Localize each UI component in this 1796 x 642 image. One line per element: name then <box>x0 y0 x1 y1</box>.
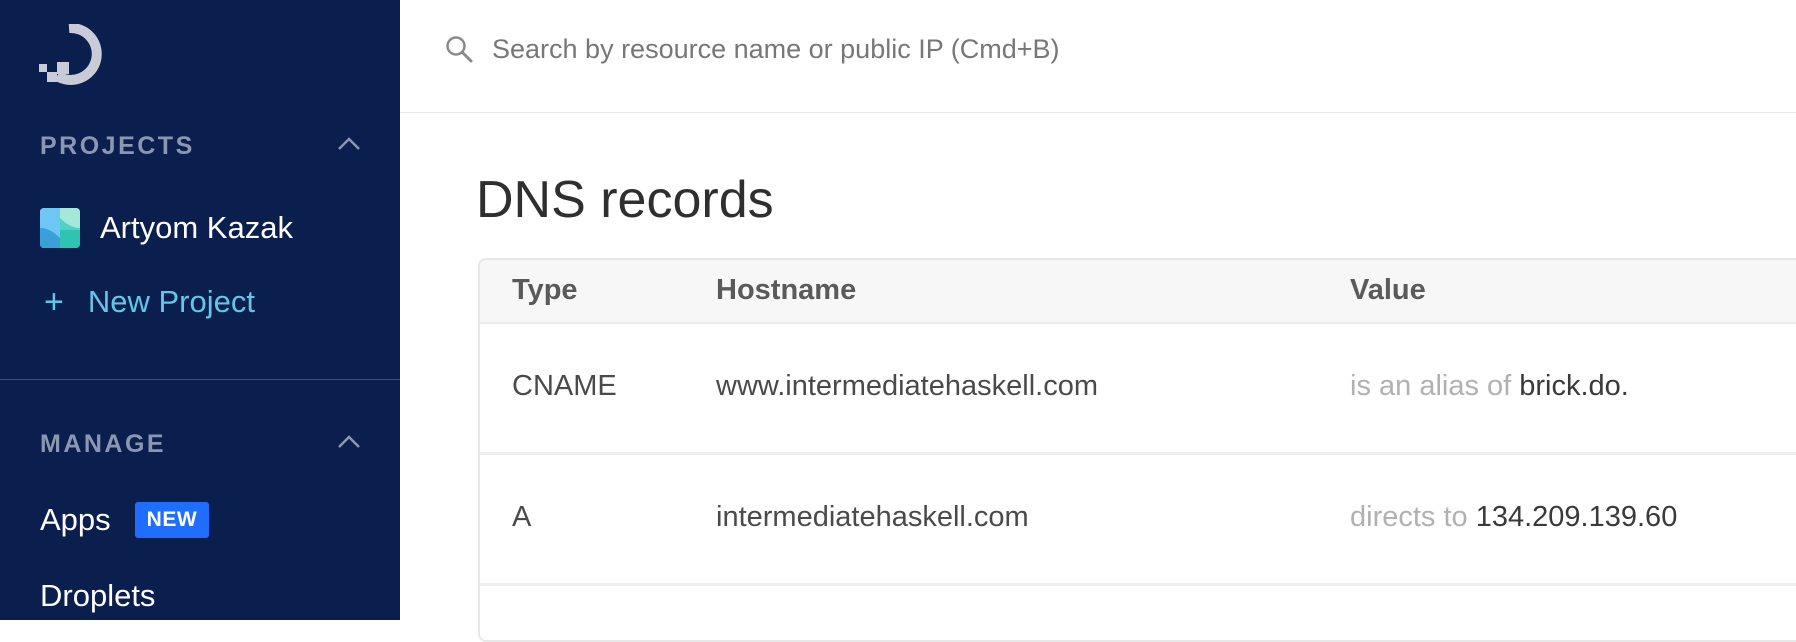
digitalocean-logo-icon[interactable] <box>36 24 102 86</box>
new-badge: NEW <box>134 502 210 538</box>
sidebar-item-droplets[interactable]: Droplets <box>40 578 155 614</box>
column-header-type[interactable]: Type <box>512 274 578 307</box>
record-value-text: brick.do. <box>1519 370 1629 402</box>
project-name: Artyom Kazak <box>100 210 293 245</box>
search-input[interactable] <box>490 28 1394 70</box>
chevron-up-icon[interactable] <box>336 434 362 450</box>
new-project-label: New Project <box>87 284 255 319</box>
search-icon <box>446 36 473 63</box>
column-header-value[interactable]: Value <box>1350 274 1426 307</box>
chevron-up-icon[interactable] <box>336 136 362 152</box>
project-avatar <box>40 208 80 248</box>
record-type: CNAME <box>512 370 617 402</box>
table-header: Type Hostname Value <box>480 260 1796 324</box>
sidebar: PROJECTS Artyom Kazak + New Project MANA… <box>0 0 400 620</box>
project-item[interactable]: Artyom Kazak <box>40 206 293 250</box>
manage-heading: MANAGE <box>40 430 167 458</box>
record-hostname: intermediatehaskell.com <box>716 501 1029 533</box>
record-value-prefix: is an alias of <box>1350 370 1512 402</box>
new-project-button[interactable]: + New Project <box>44 284 255 320</box>
table-row[interactable]: A intermediatehaskell.com directs to 134… <box>480 455 1796 586</box>
table-row[interactable]: CNAME www.intermediatehaskell.com is an … <box>480 324 1796 455</box>
record-value: is an alias of brick.do. <box>1350 370 1629 403</box>
sidebar-item-label: Droplets <box>40 578 156 613</box>
record-value: directs to 134.209.139.60 <box>1350 501 1677 534</box>
dns-records-table: Type Hostname Value CNAME www.intermedia… <box>478 258 1796 642</box>
sidebar-item-label: Apps <box>40 502 111 537</box>
record-type: A <box>512 501 532 533</box>
sidebar-item-apps[interactable]: Apps NEW <box>40 502 210 538</box>
plus-icon: + <box>44 283 64 321</box>
projects-heading: PROJECTS <box>40 132 195 160</box>
record-value-text: 134.209.139.60 <box>1475 501 1678 533</box>
record-value-prefix: directs to <box>1350 501 1468 533</box>
page-title: DNS records <box>476 171 774 229</box>
sidebar-divider <box>0 379 400 380</box>
column-header-hostname[interactable]: Hostname <box>716 274 856 307</box>
record-hostname: www.intermediatehaskell.com <box>716 370 1098 402</box>
